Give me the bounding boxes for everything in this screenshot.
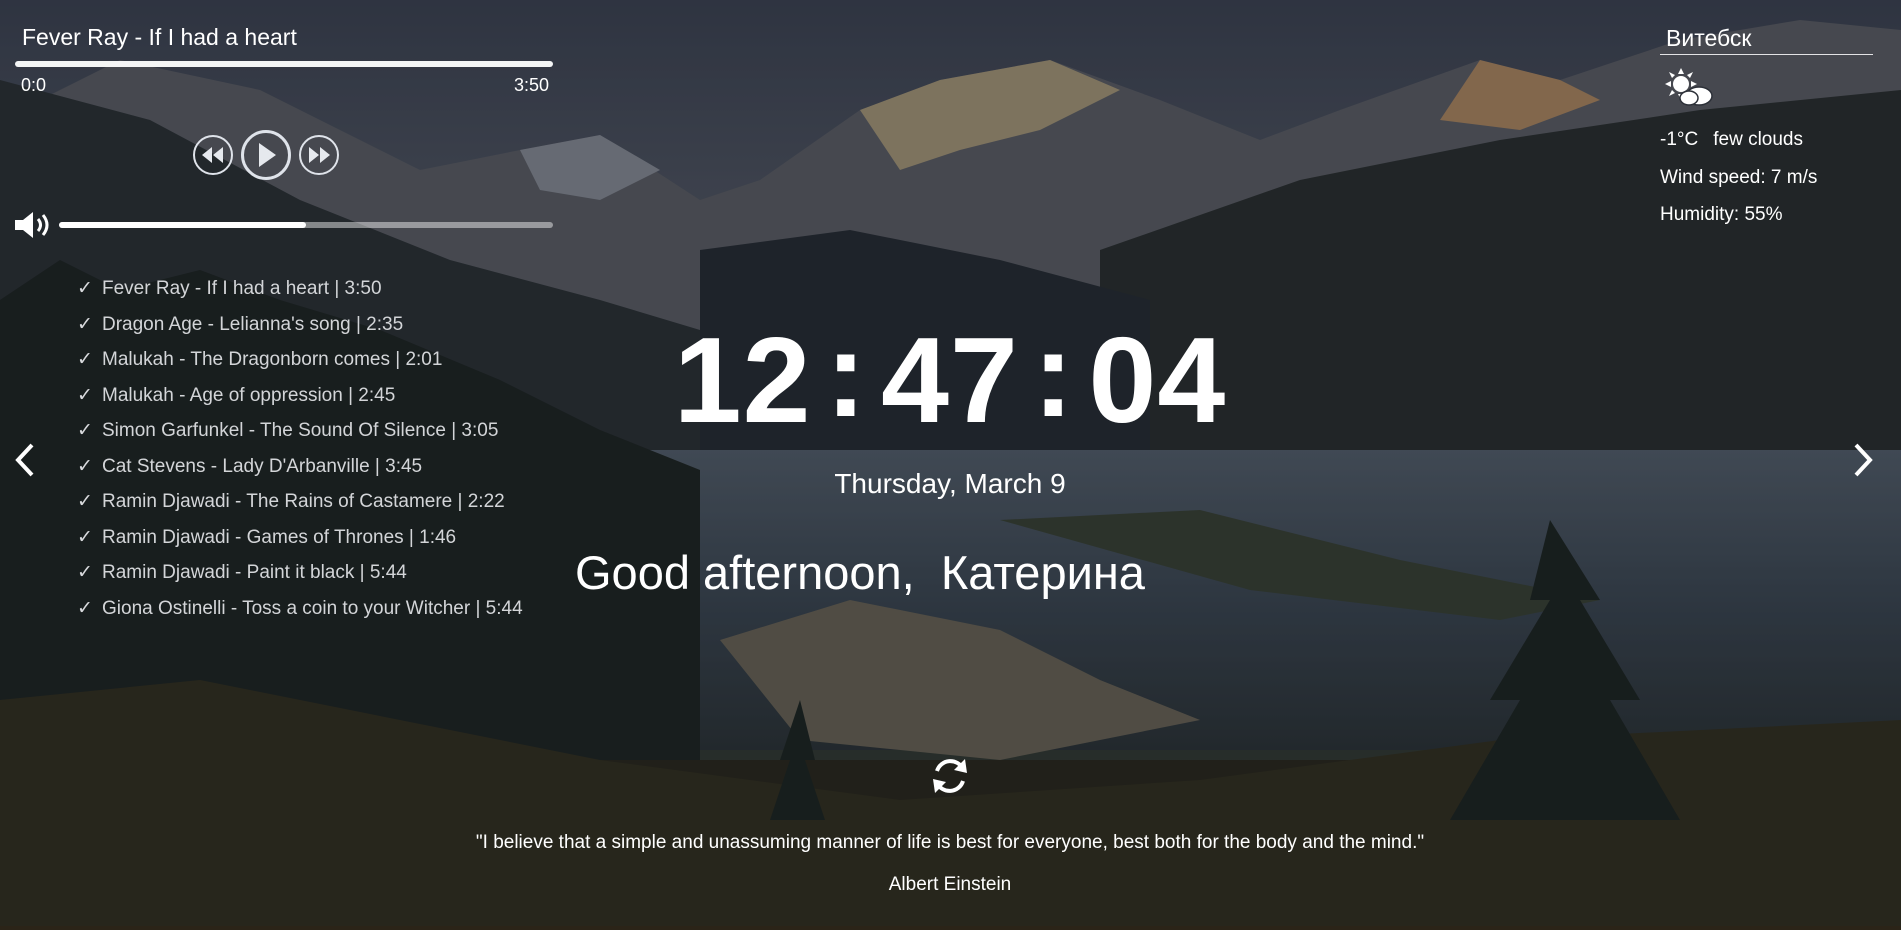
clock: 12:47:04 [570, 309, 1330, 448]
playlist-item[interactable]: ✓ Malukah - Age of oppression | 2:45 [77, 383, 523, 419]
check-icon: ✓ [77, 313, 93, 335]
check-icon: ✓ [77, 420, 93, 441]
playlist-item[interactable]: ✓ Ramin Djawadi - Games of Thrones | 1:46 [77, 525, 523, 561]
weather-widget: Витебск -1°C few clouds Wind speed: 7 m/… [1660, 22, 1873, 234]
check-icon: ✓ [77, 349, 93, 370]
quote-text: "I believe that a simple and unassuming … [475, 832, 1425, 853]
refresh-quote-button[interactable] [929, 755, 971, 802]
playlist-item-label: Dragon Age - Lelianna's song | 2:35 [102, 313, 404, 335]
clock-separator: : [825, 306, 868, 442]
fast-forward-icon [309, 147, 330, 163]
playlist-item-label: Ramin Djawadi - Paint it black | 5:44 [102, 562, 407, 583]
playlist: ✓ Fever Ray - If I had a heart | 3:50 ✓ Dra… [77, 276, 523, 631]
temperature: -1°C [1660, 129, 1699, 150]
rewind-icon [202, 147, 223, 163]
playlist-item[interactable]: ✓ Fever Ray - If I had a heart | 3:50 [77, 276, 523, 312]
playlist-item[interactable]: ✓ Ramin Djawadi - The Rains of Castamere … [77, 489, 523, 525]
check-icon: ✓ [77, 491, 93, 512]
playlist-item-label: Ramin Djawadi - The Rains of Castamere |… [102, 491, 505, 512]
chevron-left-icon [15, 443, 34, 477]
playlist-item[interactable]: ✓ Simon Garfunkel - The Sound Of Silence … [77, 418, 523, 454]
prev-background-button[interactable] [14, 442, 36, 483]
user-name-input[interactable]: Катерина [941, 546, 1145, 599]
greeting-salutation: Good afternoon, [575, 546, 915, 599]
volume-slider[interactable] [59, 222, 553, 228]
audio-player: Fever Ray - If I had a heart 0:0 3:50 [15, 22, 553, 96]
progress-bar[interactable] [15, 61, 553, 67]
rewind-button[interactable] [193, 135, 233, 175]
fast-forward-button[interactable] [299, 135, 339, 175]
playlist-item-label: Fever Ray - If I had a heart | 3:50 [102, 278, 382, 299]
volume-slider-fill [59, 222, 306, 228]
check-icon: ✓ [77, 562, 93, 583]
playlist-item[interactable]: ✓ Cat Stevens - Lady D'Arbanville | 3:45 [77, 454, 523, 490]
few-clouds-icon [1665, 68, 1713, 106]
playlist-item-label: Simon Garfunkel - The Sound Of Silence |… [102, 420, 499, 441]
weather-temp-line: -1°C few clouds [1660, 121, 1873, 159]
chevron-right-icon [1854, 443, 1873, 477]
playlist-item-label: Malukah - The Dragonborn comes | 2:01 [102, 349, 443, 370]
playlist-item-label: Malukah - Age of oppression | 2:45 [102, 384, 396, 406]
playlist-item-label: Cat Stevens - Lady D'Arbanville | 3:45 [102, 455, 423, 477]
check-icon: ✓ [77, 278, 93, 299]
city-input[interactable]: Витебск [1660, 22, 1873, 55]
date: Thursday, March 9 [834, 468, 1066, 499]
weather-description: few clouds [1713, 129, 1803, 150]
bottom-edge [0, 926, 1901, 930]
check-icon: ✓ [77, 455, 93, 477]
volume-control [15, 210, 553, 240]
playlist-item[interactable]: ✓ Ramin Djawadi - Paint it black | 5:44 [77, 560, 523, 596]
weather-icon-wrap [1663, 68, 1873, 113]
playlist-item-label: Ramin Djawadi - Games of Thrones | 1:46 [102, 526, 457, 548]
play-icon [259, 143, 276, 167]
next-background-button[interactable] [1852, 442, 1874, 483]
track-duration: 3:50 [513, 75, 549, 95]
player-controls [193, 130, 339, 180]
current-time: 0:0 [21, 75, 47, 95]
track-times: 0:0 3:50 [15, 75, 553, 96]
playlist-item[interactable]: ✓ Dragon Age - Lelianna's song | 2:35 [77, 312, 523, 348]
volume-button[interactable] [15, 210, 55, 245]
clock-separator: : [1032, 306, 1075, 442]
playlist-item-label: Giona Ostinelli - Toss a coin to your Wi… [102, 597, 523, 619]
clock-minutes: 47 [881, 312, 1019, 448]
current-track-title: Fever Ray - If I had a heart [22, 24, 297, 50]
speaker-icon [15, 212, 49, 238]
play-button[interactable] [241, 130, 291, 180]
humidity: Humidity: 55% [1660, 204, 1783, 225]
clock-seconds: 04 [1088, 312, 1227, 448]
app-root: Fever Ray - If I had a heart 0:0 3:50 ✓ … [0, 0, 1901, 930]
wind-speed: Wind speed: 7 m/s [1660, 166, 1818, 188]
check-icon: ✓ [77, 526, 93, 548]
refresh-icon [933, 759, 967, 793]
quote-author: Albert Einstein [888, 874, 1012, 895]
check-icon: ✓ [77, 384, 93, 406]
clock-hours: 12 [673, 312, 812, 448]
greeting: Good afternoon, Катерина [575, 545, 1145, 600]
playlist-item[interactable]: ✓ Giona Ostinelli - Toss a coin to your W… [77, 596, 523, 632]
playlist-item[interactable]: ✓ Malukah - The Dragonborn comes | 2:01 [77, 347, 523, 383]
check-icon: ✓ [77, 597, 93, 619]
